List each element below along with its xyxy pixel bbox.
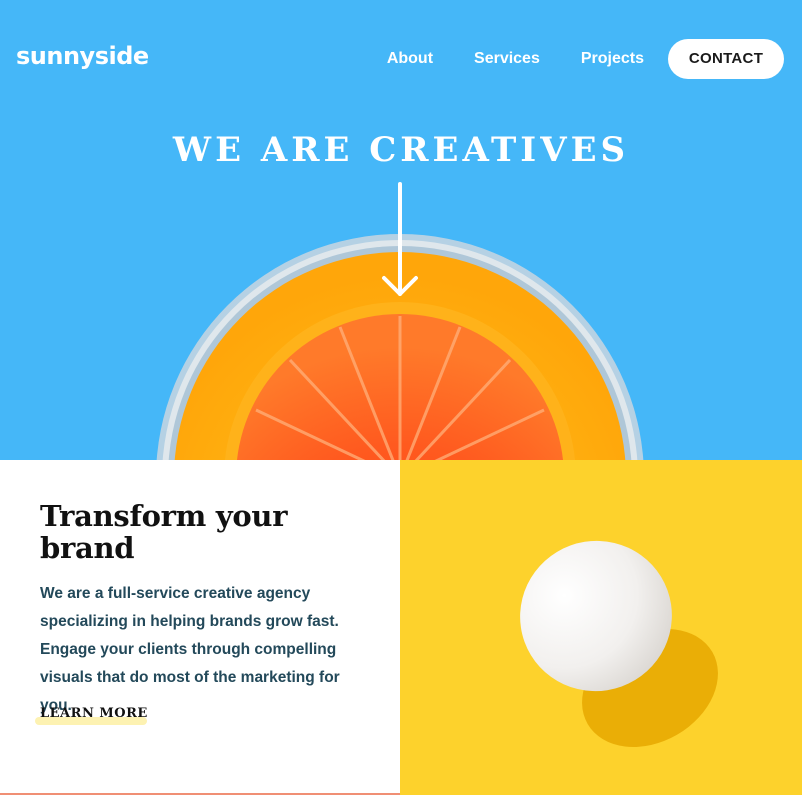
learn-more-link[interactable]: LEARN MORE — [40, 706, 148, 721]
nav-link-about[interactable]: About — [387, 39, 433, 79]
egg-image-block — [400, 460, 802, 795]
contact-button[interactable]: CONTACT — [668, 39, 784, 79]
hero-title: WE ARE CREATIVES — [172, 130, 630, 170]
logo[interactable]: sunnyside — [16, 42, 149, 70]
arrow-down-icon[interactable] — [380, 182, 420, 300]
feature-heading: Transform your brand — [40, 499, 288, 565]
main-nav: About Services Projects CONTACT — [387, 39, 784, 79]
feature-body: We are a full-service creative agency sp… — [40, 585, 340, 714]
nav-link-services[interactable]: Services — [474, 39, 540, 79]
hero-section: sunnyside About Services Projects CONTAC… — [0, 0, 802, 460]
feature-text-block: Transform your brand We are a full-servi… — [0, 460, 400, 795]
egg-image — [400, 460, 802, 795]
nav-link-projects[interactable]: Projects — [581, 39, 644, 79]
